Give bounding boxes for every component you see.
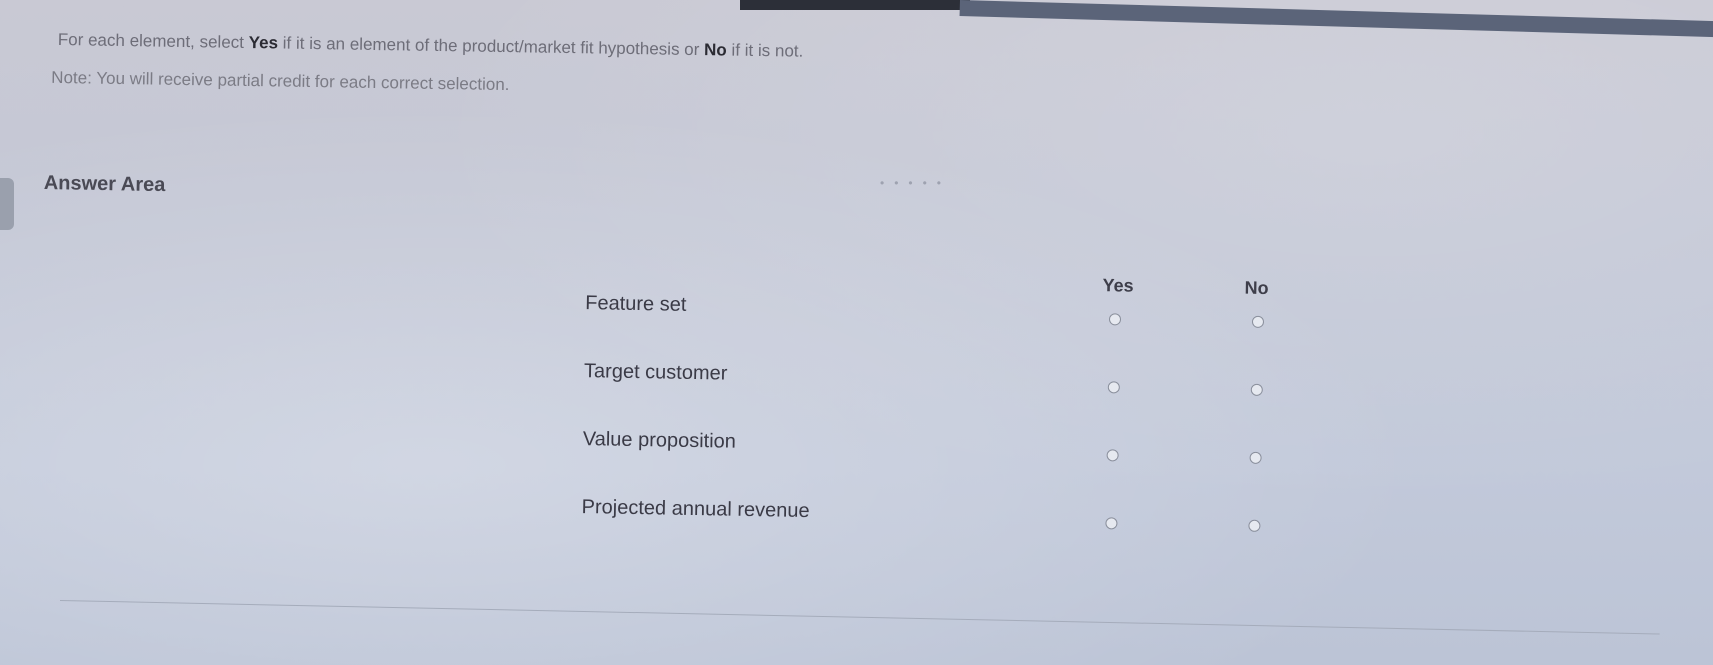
radio-feature-set-no[interactable] xyxy=(1251,315,1265,328)
answer-row: Projected annual revenue xyxy=(575,492,1296,573)
answer-row: Feature set xyxy=(578,288,1299,369)
row-label-target-customer: Target customer xyxy=(583,360,728,385)
answer-row: Target customer xyxy=(577,356,1298,437)
answer-area-title: Answer Area xyxy=(43,172,166,197)
no-keyword: No xyxy=(703,40,727,60)
row-label-projected-annual-revenue: Projected annual revenue xyxy=(581,496,810,523)
side-collapse-tab[interactable] xyxy=(0,178,14,230)
column-header-yes: Yes xyxy=(1102,275,1134,296)
note-text: Note: You will receive partial credit fo… xyxy=(51,67,510,95)
row-label-feature-set: Feature set xyxy=(585,292,687,316)
top-bar-dark xyxy=(740,0,970,10)
column-header-no: No xyxy=(1244,277,1269,299)
instruction-text: For each element, select Yes if it is an… xyxy=(57,30,804,61)
radio-feature-set-yes[interactable] xyxy=(1108,313,1122,326)
radio-projected-annual-revenue-no[interactable] xyxy=(1248,519,1261,532)
radio-target-customer-no[interactable] xyxy=(1250,383,1263,396)
radio-value-proposition-yes[interactable] xyxy=(1106,449,1119,462)
bottom-divider xyxy=(59,600,1660,635)
radio-projected-annual-revenue-yes[interactable] xyxy=(1105,517,1118,530)
yes-keyword: Yes xyxy=(248,32,279,53)
top-bar xyxy=(959,0,1713,38)
answer-row: Value proposition xyxy=(576,424,1297,505)
instructions: For each element, select Yes if it is an… xyxy=(51,30,1258,107)
answer-grid: Yes No Feature set Target customer Value… xyxy=(575,258,1300,573)
row-label-value-proposition: Value proposition xyxy=(582,428,737,453)
drag-handle-icon: ••••• xyxy=(880,176,952,190)
radio-value-proposition-no[interactable] xyxy=(1249,451,1262,464)
radio-target-customer-yes[interactable] xyxy=(1107,381,1120,394)
